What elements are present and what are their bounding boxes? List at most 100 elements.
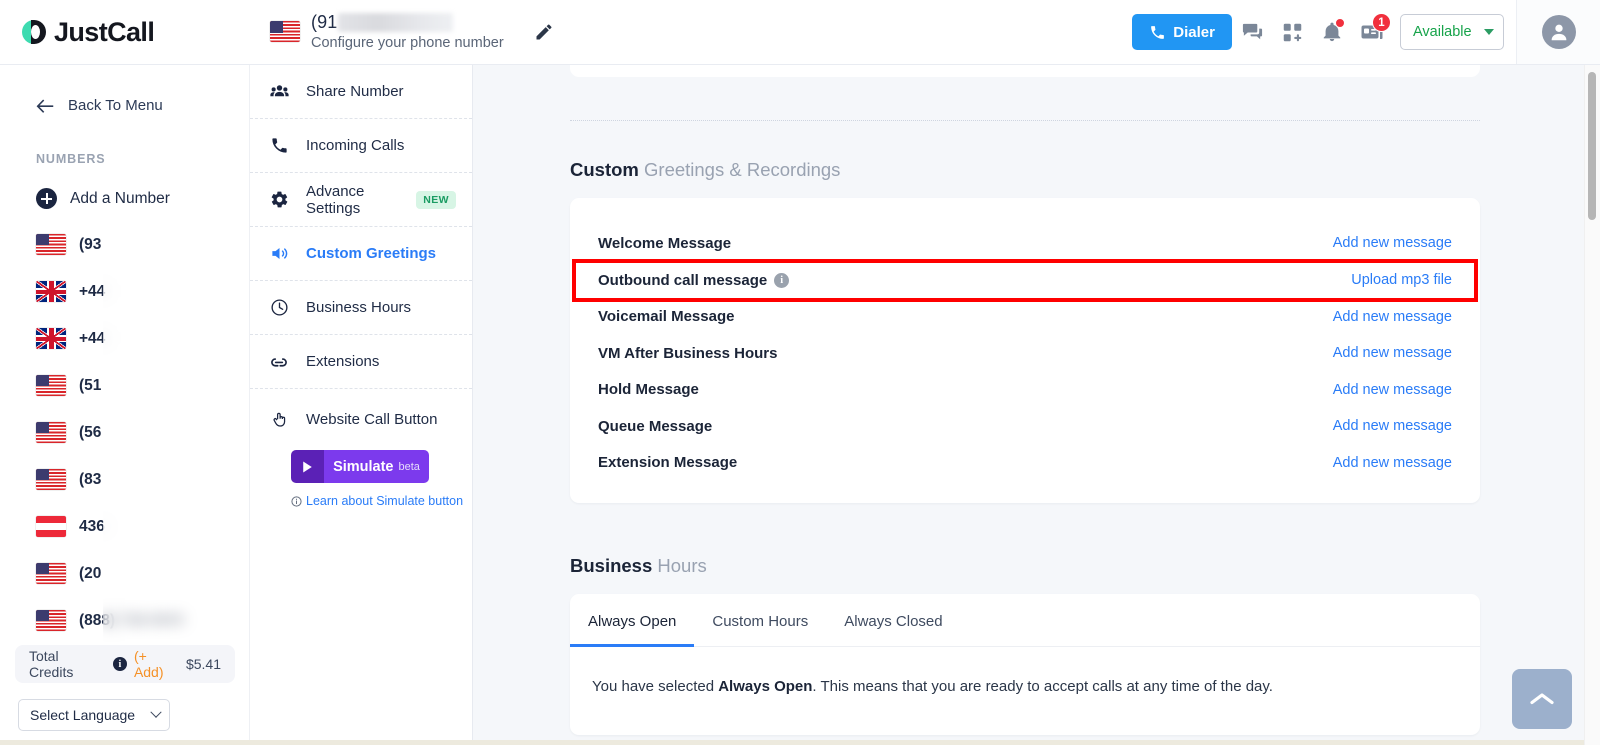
nav-label: Extensions [306,353,380,370]
messages-icon[interactable] [1232,12,1272,52]
greeting-row-welcome-message: Welcome Message Add new message [597,225,1453,262]
availability-status-dropdown[interactable]: Available [1400,14,1504,50]
business-hours-tabs: Always Open Custom Hours Always Closed [570,594,1480,647]
website-call-button-section: Website Call Button Simulate beta Learn … [250,389,472,508]
notifications-dot-badge [1335,18,1345,28]
business-hours-heading: Business Hours [570,555,1480,577]
select-language-label: Select Language [30,707,136,723]
greeting-label: Hold Message [598,381,699,399]
list-item[interactable]: (56 [0,409,249,456]
nav-item-extensions[interactable]: Extensions [250,335,472,389]
list-item[interactable]: (93 [0,221,249,268]
nav-item-advance-settings[interactable]: Advance Settings NEW [250,173,472,227]
greeting-action-link[interactable]: Add new message [1333,455,1452,471]
availability-status-label: Available [1413,24,1472,40]
nav-label: Custom Greetings [306,245,437,262]
flag-austria-icon [36,516,66,537]
list-item[interactable]: (83 [0,456,249,503]
apps-grid-icon[interactable] [1272,12,1312,52]
billing-card-icon[interactable]: 1 [1352,12,1392,52]
chevron-down-icon [1484,29,1494,35]
greeting-label: Voicemail Message [598,308,735,326]
numbers-sidebar: Back To Menu NUMBERS Add a Number (93 +4… [0,65,250,745]
bottom-strip [0,740,1600,745]
scroll-to-top-button[interactable] [1512,669,1572,729]
number-label: (93 [79,235,102,253]
business-hours-panel: Always Open Custom Hours Always Closed Y… [570,594,1480,735]
nav-item-business-hours[interactable]: Business Hours [250,281,472,335]
number-label: (888) 718-0605 [79,611,185,629]
header-number-redacted [338,12,454,32]
greeting-action-link[interactable]: Add new message [1333,418,1452,434]
list-item[interactable]: +44 [0,268,249,315]
add-a-number-button[interactable]: Add a Number [0,166,249,209]
chevron-down-icon [150,706,162,718]
select-language-dropdown[interactable]: Select Language [18,699,170,731]
greeting-label-wrap: Outbound call message i [598,271,790,289]
nav-item-custom-greetings[interactable]: Custom Greetings [250,227,472,281]
edit-pencil-icon[interactable] [534,22,554,42]
brand-logo[interactable]: JustCall [0,17,250,48]
user-account-button[interactable] [1516,0,1600,64]
number-label: 436 [79,517,105,535]
tab-always-closed[interactable]: Always Closed [826,594,960,647]
learn-about-simulate-link[interactable]: Learn about Simulate button [291,494,472,508]
numbers-section-title: NUMBERS [36,152,106,166]
flag-us-icon [36,563,66,584]
business-hours-description: You have selected Always Open. This mean… [570,647,1480,735]
greeting-label: Outbound call message [598,271,768,289]
number-settings-nav: Share Number Incoming Calls Advance Sett… [250,65,473,745]
greeting-action-link[interactable]: Add new message [1333,235,1452,251]
greeting-action-link[interactable]: Add new message [1333,345,1452,361]
greeting-label: Queue Message [598,417,713,435]
new-badge: NEW [416,190,456,209]
hand-pointer-icon [269,410,289,429]
greeting-action-link[interactable]: Add new message [1333,382,1452,398]
number-label: (56 [79,423,102,441]
header-number-prefix: (91 [311,12,338,33]
info-icon[interactable]: i [112,657,127,671]
flag-us-icon [36,375,66,396]
list-item[interactable]: 436 [0,503,249,550]
flag-us-icon [36,469,66,490]
list-item[interactable]: (51 [0,362,249,409]
nav-label: Business Hours [306,299,412,316]
greeting-action-link[interactable]: Add new message [1333,309,1452,325]
clock-icon [269,298,289,317]
simulate-button[interactable]: Simulate beta [291,450,429,483]
gear-icon [269,190,289,209]
website-call-button-header[interactable]: Website Call Button [269,410,472,429]
chevron-up-icon [1530,693,1554,705]
notifications-bell-icon[interactable] [1312,12,1352,52]
brand-name: JustCall [54,16,155,47]
tab-always-open[interactable]: Always Open [570,594,695,647]
flag-us-icon [36,610,66,631]
tab-custom-hours[interactable]: Custom Hours [694,594,826,647]
nav-label: Advance Settings [306,182,365,217]
upload-mp3-link[interactable]: Upload mp3 file [1351,272,1452,288]
page-scrollbar-thumb[interactable] [1588,72,1596,220]
list-item[interactable]: (888) 718-0605 [0,597,249,644]
list-item[interactable]: +44 [0,315,249,362]
nav-label: Share Number [306,83,404,100]
number-label: (51 [79,376,102,394]
app-root: JustCall (91 Configure your phone number… [0,0,1600,745]
nav-item-share-number[interactable]: Share Number [250,65,472,119]
dialer-button[interactable]: Dialer [1132,14,1232,50]
avatar [1541,15,1576,49]
header-phone-number[interactable]: (91 Configure your phone number [270,12,554,51]
nav-item-incoming-calls[interactable]: Incoming Calls [250,119,472,173]
people-icon [269,82,289,101]
total-credits-amount: $5.41 [185,656,221,672]
list-item[interactable]: (20 [0,550,249,597]
add-credits-link[interactable]: (+ Add) [134,648,179,680]
back-to-menu-button[interactable]: Back To Menu [0,65,249,114]
link-icon [269,352,289,372]
section-divider [570,120,1480,121]
phone-icon [269,136,289,155]
greeting-label: Extension Message [598,454,738,472]
add-a-number-label: Add a Number [70,189,170,207]
info-circle-icon [291,495,302,507]
header-number-subtitle: Configure your phone number [311,35,504,52]
info-icon[interactable]: i [774,272,790,288]
